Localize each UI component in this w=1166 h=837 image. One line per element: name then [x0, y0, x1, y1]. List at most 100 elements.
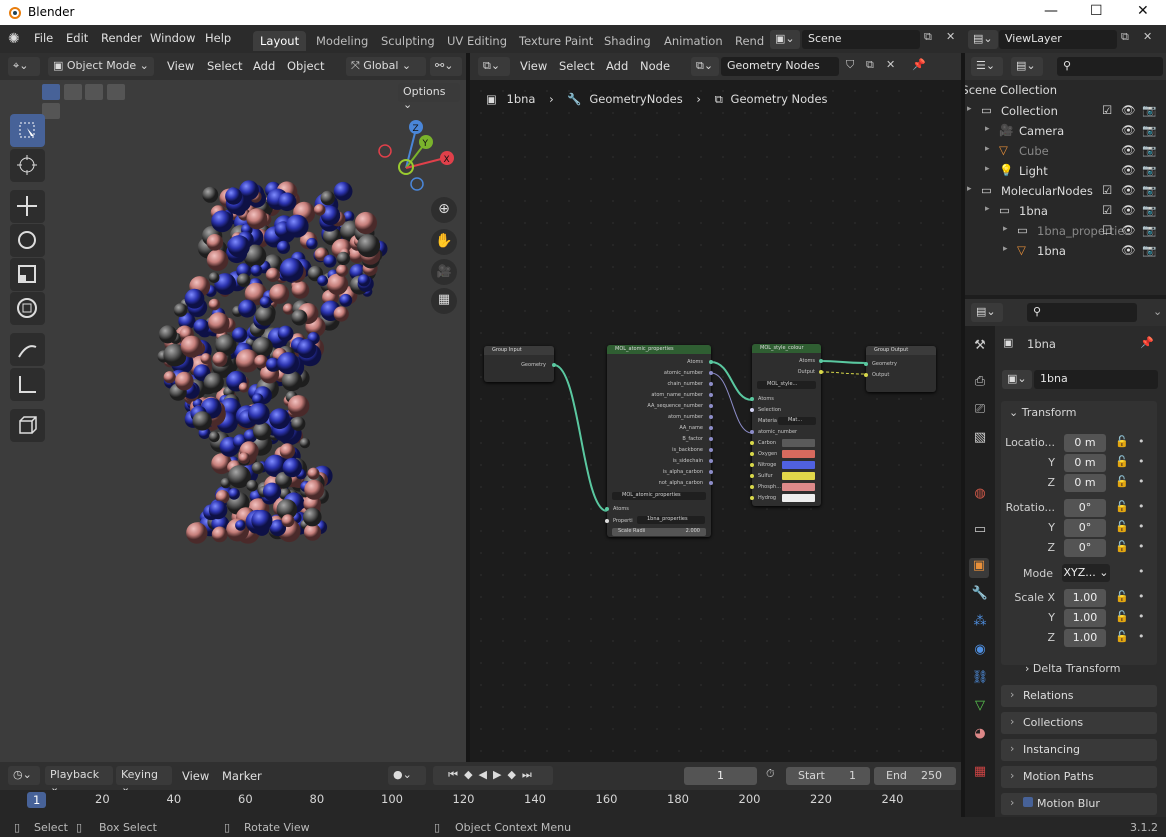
colour-swatch[interactable] — [782, 450, 815, 458]
fake-user-shield-icon[interactable]: ⛉ — [846, 58, 854, 72]
socket-atomic-output[interactable] — [709, 459, 713, 463]
properties-editor-type-icon[interactable]: ▤⌄ — [971, 303, 1003, 322]
rotation-field[interactable]: 0° — [1064, 499, 1106, 517]
camera-view-icon[interactable]: 🎥 — [431, 259, 457, 285]
visibility-eye-icon[interactable]: 👁 — [1121, 143, 1136, 157]
close-window-button[interactable]: ✕ — [1137, 3, 1149, 19]
render-camera-icon[interactable]: 📷 — [1142, 183, 1156, 197]
tab-sculpting[interactable]: Sculpting — [374, 31, 442, 51]
socket-atomic-number-in[interactable] — [750, 430, 754, 434]
exclude-checkbox-icon[interactable]: ☑ — [1102, 203, 1112, 217]
location-field[interactable]: 0 m — [1064, 474, 1106, 492]
selection-mode-icons[interactable] — [42, 84, 138, 119]
render-camera-icon[interactable]: 📷 — [1142, 143, 1156, 157]
keyframe-dot-icon[interactable]: • — [1138, 475, 1145, 488]
pin-icon[interactable]: 📌 — [912, 58, 926, 71]
socket-atomic-output[interactable] — [709, 470, 713, 474]
new-scene-icon[interactable]: ⧉ — [924, 30, 932, 44]
scale-tool-icon[interactable] — [10, 258, 45, 291]
lock-icon[interactable]: 🔓 — [1115, 475, 1129, 488]
keyframe-dot-icon[interactable]: • — [1138, 590, 1145, 603]
scale-field[interactable]: 1.00 — [1064, 589, 1106, 607]
socket-selection-in[interactable] — [750, 408, 754, 412]
menu-edit[interactable]: Edit — [66, 31, 88, 45]
render-tab-icon[interactable]: ⎙ — [970, 374, 990, 394]
socket-output-output-in[interactable] — [864, 373, 868, 377]
expand-arrow-icon[interactable]: ▸ — [967, 184, 972, 194]
timeline-editor-type-icon[interactable]: ◷⌄ — [8, 766, 40, 785]
colour-swatch[interactable] — [782, 472, 815, 480]
menu-file[interactable]: File — [34, 31, 53, 45]
lock-icon[interactable]: 🔓 — [1115, 630, 1129, 643]
properties-options-chevron-icon[interactable]: ⌄ — [1153, 305, 1162, 318]
end-frame-field[interactable]: End 250 — [874, 767, 956, 785]
colour-swatch[interactable] — [782, 461, 815, 469]
viewport-menu-view[interactable]: View — [167, 59, 194, 73]
expand-arrow-icon[interactable]: ▸ — [985, 144, 990, 154]
tab-modeling[interactable]: Modeling — [309, 31, 375, 51]
outliner-search-input[interactable]: ⚲ — [1057, 57, 1163, 76]
tab-layout[interactable]: Layout — [253, 31, 307, 51]
current-frame-field[interactable]: 1 — [684, 767, 757, 785]
render-camera-icon[interactable]: 📷 — [1142, 103, 1156, 117]
panel-header[interactable]: › Motion Paths — [1001, 766, 1157, 788]
keyframe-dot-icon[interactable]: • — [1138, 520, 1145, 533]
node-editor-type-icon[interactable]: ⧉⌄ — [478, 57, 510, 76]
socket-properti-in[interactable] — [605, 519, 609, 523]
socket-colour-in[interactable] — [750, 452, 754, 456]
node-group-input[interactable]: Group Input Geometry — [484, 346, 556, 382]
outliner-row[interactable]: ▸ ▽ 1bna 👁 📷 — [965, 242, 1162, 262]
measure-tool-icon[interactable] — [10, 368, 45, 401]
panel-header[interactable]: › Motion Blur — [1001, 793, 1157, 815]
node-editor-canvas[interactable]: ▣ 1bna › 🔧 GeometryNodes › ⧉ Geometry No… — [470, 80, 961, 762]
socket-style-atoms-out[interactable] — [819, 359, 823, 363]
annotate-tool-icon[interactable] — [10, 333, 45, 366]
delete-scene-icon[interactable]: ✕ — [946, 30, 955, 43]
render-camera-icon[interactable]: 📷 — [1142, 203, 1156, 217]
playback-controls[interactable]: ⏮◆◀▶◆⏭ — [433, 766, 553, 785]
panel-header[interactable]: › Collections — [1001, 712, 1157, 734]
visibility-eye-icon[interactable]: 👁 — [1121, 203, 1136, 217]
socket-colour-in[interactable] — [750, 496, 754, 500]
display-mode-icon[interactable]: ▤⌄ — [1011, 57, 1043, 76]
transform-orientation-dropdown[interactable]: ⤧ Global ⌄ — [346, 57, 426, 76]
keying-dropdown[interactable]: Keying ⌄ — [116, 766, 172, 794]
stopwatch-icon[interactable]: ⏱ — [766, 767, 775, 781]
expand-arrow-icon[interactable]: ▸ — [1003, 224, 1008, 234]
outliner-row[interactable]: ▸ ▽ Cube 👁 📷 — [965, 142, 1162, 162]
menu-help[interactable]: Help — [205, 31, 231, 45]
socket-atomic-output[interactable] — [709, 382, 713, 386]
data-tab-icon[interactable]: ▽ — [970, 698, 990, 718]
playback-dropdown[interactable]: Playback ⌄ — [45, 766, 113, 794]
socket-atomic-output[interactable] — [709, 481, 713, 485]
scene-collection-label[interactable]: Scene Collection — [965, 83, 1057, 97]
socket-atomic-output[interactable] — [709, 426, 713, 430]
zoom-icon[interactable]: ⊕ — [431, 197, 457, 223]
modifier-tab-icon[interactable]: 🔧 — [970, 586, 990, 606]
location-field[interactable]: 0 m — [1064, 434, 1106, 452]
expand-arrow-icon[interactable]: ▸ — [967, 104, 972, 114]
visibility-eye-icon[interactable]: 👁 — [1121, 103, 1136, 117]
socket-colour-in[interactable] — [750, 474, 754, 478]
3d-viewport[interactable]: Options ⌄ Z Y X ⊕ ✋ 🎥 ▦ — [0, 80, 466, 762]
lock-icon[interactable]: 🔓 — [1115, 540, 1129, 553]
scale-radii-field[interactable]: Scale Radii 2.000 — [612, 528, 706, 536]
exclude-checkbox-icon[interactable]: ☑ — [1102, 183, 1112, 197]
viewlayer-selector-icon[interactable]: ▤⌄ — [968, 30, 998, 49]
outliner-row[interactable]: ▸ ▭ 1bna ☑ 👁 📷 — [965, 202, 1162, 222]
material-tab-icon[interactable]: ◕ — [970, 726, 990, 746]
rotate-tool-icon[interactable] — [10, 224, 45, 257]
render-camera-icon[interactable]: 📷 — [1142, 163, 1156, 177]
socket-style-atoms-in[interactable] — [750, 397, 754, 401]
outliner-editor-type-icon[interactable]: ☰⌄ — [971, 57, 1003, 76]
lock-icon[interactable]: 🔓 — [1115, 435, 1129, 448]
unlink-nodetree-icon[interactable]: ✕ — [886, 58, 895, 71]
visibility-eye-icon[interactable]: 👁 — [1121, 243, 1136, 257]
object-name-field[interactable]: 1bna — [1034, 370, 1158, 389]
lock-icon[interactable]: 🔓 — [1115, 455, 1129, 468]
particles-tab-icon[interactable]: ⁂ — [970, 614, 990, 634]
texture-tab-icon[interactable]: ▦ — [970, 764, 990, 784]
menu-window[interactable]: Window — [150, 31, 195, 45]
visibility-eye-icon[interactable]: 👁 — [1121, 123, 1136, 137]
scale-field[interactable]: 1.00 — [1064, 609, 1106, 627]
